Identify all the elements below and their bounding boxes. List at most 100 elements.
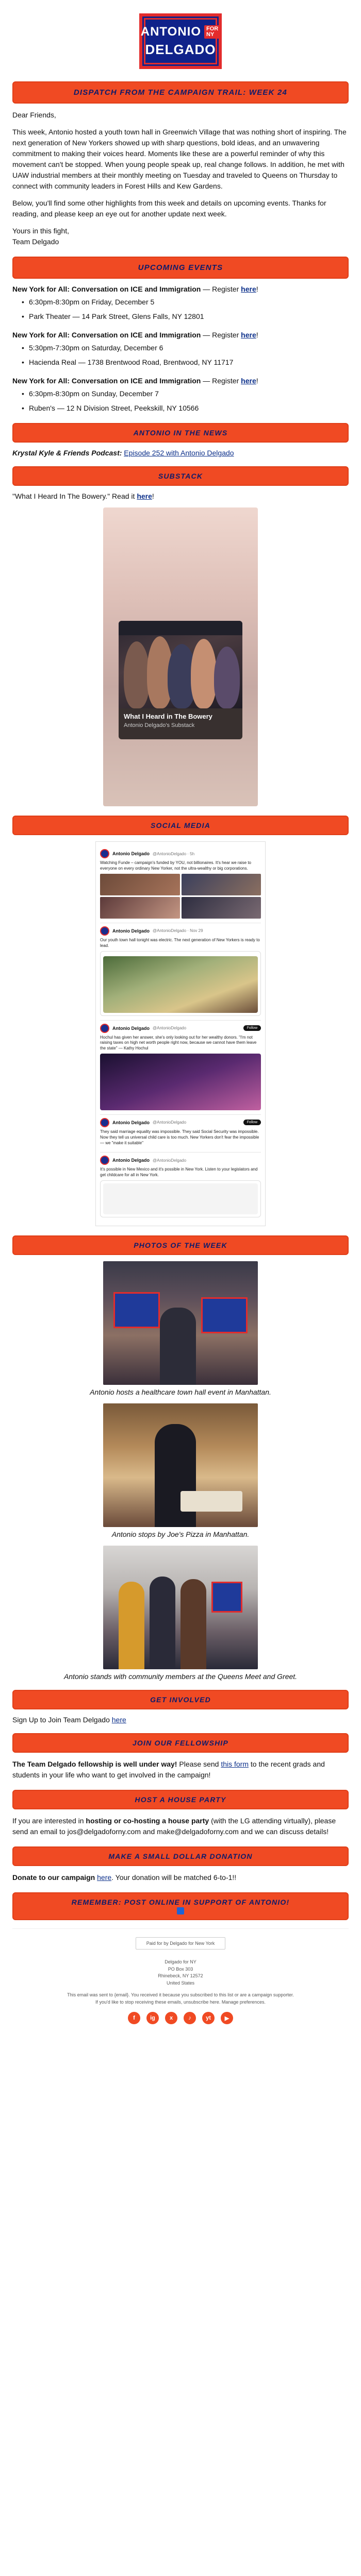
register-prefix: — Register [201,330,241,339]
post-text: Watching Funde – campaign's funded by YO… [100,860,251,871]
video-icon[interactable]: ▶ [221,2012,233,2025]
footer-address: Delgado for NY PO Box 303 Rhinebeck, NY … [12,1959,349,1987]
banner-house-party: HOST A HOUSE PARTY [12,1789,349,1809]
post-author: Antonio Delgado [112,851,150,857]
follow-button[interactable]: Follow [243,1120,261,1126]
photo-person [214,647,240,709]
event-location: Ruben's — 12 N Division Street, Peekskil… [22,402,349,414]
campaign-sign [211,1581,242,1613]
event-location: Park Theater — 14 Park Street, Glens Fal… [22,311,349,323]
logo-inner: ANTONIO FOR NY DELGADO [141,16,221,66]
substack-row: "What I Heard In The Bowery." Read it he… [12,492,349,500]
footer-address-2: Rhinebeck, NY 12572 [158,1973,203,1979]
register-prefix: — Register [201,285,241,293]
banner-remember: REMEMBER: POST ONLINE IN SUPPORT OF ANTO… [12,1892,349,1921]
banner-social: SOCIAL MEDIA [12,816,349,836]
post-handle: @AntonioDelgado · 5h [153,851,195,856]
register-link[interactable]: here [241,285,256,293]
pizza-counter [180,1490,242,1512]
avatar [100,1023,109,1033]
logo-frame: ANTONIO FOR NY DELGADO [139,13,222,69]
photo-person [124,641,150,709]
instagram-icon[interactable]: ig [146,2012,159,2025]
news-item: Krystal Kyle & Friends Podcast: Episode … [12,449,349,457]
post-author: Antonio Delgado [112,928,150,934]
quoted-post [100,1180,261,1217]
substack-link[interactable]: here [137,492,152,500]
social-media-collage[interactable]: Antonio Delgado @AntonioDelgado · 5h Watc… [95,841,266,1226]
post-video-thumbnail[interactable] [100,1053,261,1110]
event-details: 5:30pm-7:30pm on Saturday, December 6 Ha… [22,342,349,368]
event-3: New York for All: Conversation on ICE an… [12,377,349,414]
photo-person [191,639,217,709]
youtube-icon[interactable]: yt [202,2012,215,2025]
post-handle: @AntonioDelgado [153,1158,187,1163]
post-header: Antonio Delgado @AntonioDelgado · 5h [100,849,261,859]
photo-of-week-1 [103,1261,258,1385]
post-photo [181,873,261,895]
email-page: ANTONIO FOR NY DELGADO DISPATCH FROM THE… [0,0,361,2033]
event-title: New York for All: Conversation on ICE an… [12,331,349,339]
event-details: 6:30pm-8:30pm on Friday, December 5 Park… [22,296,349,323]
register-suffix: ! [256,330,258,339]
post-header: Antonio Delgado @AntonioDelgado Follow [100,1117,261,1127]
photo-pizza [103,1403,258,1527]
banner-substack: SUBSTACK [12,466,349,486]
tiktok-icon[interactable]: ♪ [184,2012,196,2025]
banner-dispatch: DISPATCH FROM THE CAMPAIGN TRAIL: WEEK 2… [12,81,349,104]
donation-text: Donate to our campaign here. Your donati… [12,1872,349,1883]
footer-unsubscribe[interactable]: If you'd like to stop receiving these em… [12,1999,349,2006]
campaign-logo: ANTONIO FOR NY DELGADO [12,13,349,69]
photo-person [150,1576,175,1669]
signup-link[interactable]: here [112,1716,126,1724]
substack-preview-card[interactable]: What I Heard in The Bowery Antonio Delga… [103,507,258,807]
social-post: Antonio Delgado @AntonioDelgado It's poss… [100,1153,261,1222]
social-post: Antonio Delgado @AntonioDelgado · Nov 29 … [100,923,261,1021]
news-episode-link[interactable]: Episode 252 with Antonio Delgado [124,449,234,457]
campaign-sign [113,1292,160,1328]
event-title: New York for All: Conversation on ICE an… [12,285,349,293]
campaign-sign [201,1297,248,1333]
intro-paragraph-1: This week, Antonio hosted a youth town h… [12,128,347,190]
register-link[interactable]: here [241,377,256,385]
quoted-post-body [103,1183,258,1214]
footer-country: United States [166,1980,195,1986]
social-post: Antonio Delgado @AntonioDelgado · 5h Watc… [100,846,261,923]
avatar [100,1156,109,1165]
post-text: They said marriage equality was impossib… [100,1129,259,1145]
substack-card-title: What I Heard in The Bowery [124,713,212,721]
banner-news: ANTONIO IN THE NEWS [12,423,349,443]
event-1: New York for All: Conversation on ICE an… [12,285,349,323]
email-footer: Paid for by Delgado for New York Delgado… [12,1928,349,2025]
photo-of-week-2 [103,1403,258,1527]
event-time: 6:30pm-8:30pm on Friday, December 5 [22,296,349,308]
register-link[interactable]: here [241,331,256,339]
post-text: It's possible in New Mexico and it's pos… [100,1167,258,1178]
follow-button[interactable]: Follow [243,1025,261,1031]
post-header: Antonio Delgado @AntonioDelgado · Nov 29 [100,926,261,936]
logo-badge: FOR NY [204,25,221,39]
signoff: Yours in this fight, Team Delgado [12,226,349,247]
signup-row: Sign Up to Join Team Delgado here [12,1716,349,1724]
avatar [100,849,109,859]
event-location: Hacienda Real — 1738 Brentwood Road, Bre… [22,357,349,368]
fellowship-form-link[interactable]: this form [221,1760,249,1768]
post-header: Antonio Delgado @AntonioDelgado [100,1156,261,1165]
x-icon[interactable]: x [165,2012,177,2025]
signoff-line-1: Yours in this fight, [12,227,69,235]
banner-photos: PHOTOS OF THE WEEK [12,1235,349,1255]
photo-person [119,1581,144,1669]
house-party-bold: hosting or co-hosting a house party [86,1816,209,1825]
avatar [100,1117,109,1127]
donation-link[interactable]: here [97,1873,111,1882]
register-suffix: ! [256,285,258,293]
photo-person [160,1307,196,1385]
logo-text-delgado: DELGADO [145,41,216,57]
photo-caption-1: Antonio hosts a healthcare town hall eve… [90,1387,271,1396]
post-header: Antonio Delgado @AntonioDelgado Follow [100,1023,261,1033]
register-prefix: — Register [201,376,241,385]
photo-town-hall [103,1261,258,1385]
photo-person [155,1423,196,1527]
event-2: New York for All: Conversation on ICE an… [12,331,349,368]
facebook-icon[interactable]: f [128,2012,140,2025]
